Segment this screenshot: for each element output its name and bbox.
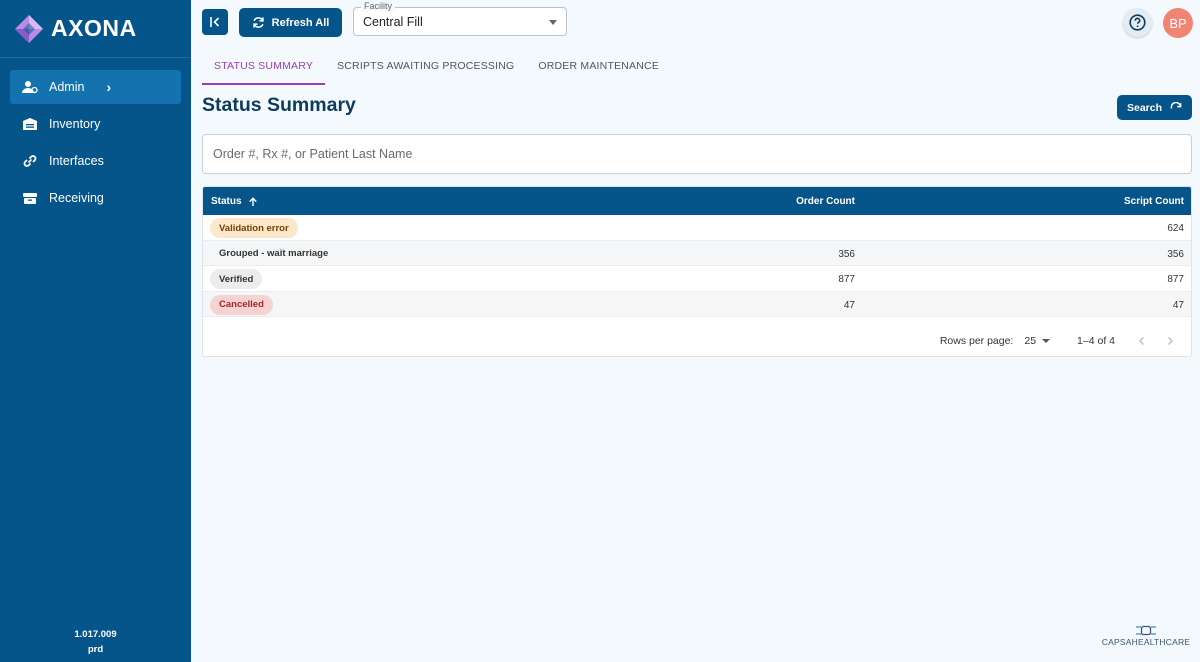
facility-value: Central Fill [363,15,423,29]
status-chip: Cancelled [210,294,273,315]
rows-per-page-value: 25 [1024,335,1037,347]
sidebar-item-label: Admin [49,80,85,94]
tab-order-maintenance[interactable]: ORDER MAINTENANCE [526,52,671,85]
facility-select[interactable]: Facility Central Fill [353,1,567,36]
script-count-cell: 356 [1167,248,1184,260]
tab-status-summary[interactable]: STATUS SUMMARY [202,52,326,85]
help-button[interactable] [1123,8,1152,37]
chevron-right-icon [1168,337,1173,345]
caret-down-icon [1042,339,1051,343]
order-count-cell: 47 [843,299,855,311]
status-chip: Grouped - wait marriage [219,248,329,259]
script-count-cell: 624 [1167,223,1184,234]
facility-label: Facility [361,1,396,11]
script-count-cell: 877 [1167,274,1184,285]
rows-per-page-select[interactable]: 25 [1024,335,1051,347]
search-input[interactable] [202,134,1192,174]
sidebar-item-label: Interfaces [49,154,104,168]
rows-per-page-label: Rows per page: [939,335,1014,347]
table-pagination: Rows per page: 25 1–4 of 4 [940,331,1191,351]
collapse-sidebar-button[interactable] [202,9,228,35]
sidebar-item-inventory[interactable]: Inventory [10,107,181,141]
table-row[interactable]: Cancelled 47 47 [203,291,1191,317]
brand[interactable]: AXONA [0,0,191,58]
table-row[interactable]: Validation error 624 [203,215,1191,241]
chevron-right-icon: › [106,79,112,95]
page-title: Status Summary [202,94,356,116]
column-header-status[interactable]: Status [211,196,258,207]
sidebar-item-admin[interactable]: Admin › [10,70,181,104]
sidebar-item-receiving[interactable]: Receiving [10,181,181,215]
previous-page-button[interactable] [1135,334,1149,348]
capsa-logo-icon [1136,625,1156,636]
box-icon [23,193,37,204]
environment-label: prd [87,644,104,655]
status-chip: Verified [210,269,263,289]
column-header-label: Status [211,196,242,207]
refresh-icon [252,17,264,28]
script-count-cell: 47 [1172,299,1184,311]
search-button-label: Search [1126,101,1163,114]
capsa-healthcare-logo: CAPSAHEALTHCARE [1100,625,1192,647]
sidebar-item-label: Inventory [49,117,101,131]
version-number: 1.017.009 [74,629,117,640]
admin-user-icon [22,81,38,94]
column-header-script-count[interactable]: Script Count [1124,196,1184,207]
chevron-left-icon [1139,337,1144,345]
next-page-button[interactable] [1163,334,1177,348]
table-header: Status Order Count Script Count [203,187,1191,215]
user-avatar[interactable]: BP [1163,8,1193,38]
sidebar-nav: Admin › Inventory Interfaces Receiving [0,70,191,215]
sort-ascending-icon [248,196,257,206]
refresh-icon [1170,101,1182,109]
refresh-all-label: Refresh All [271,16,330,29]
footer-logo-text: CAPSAHEALTHCARE [1101,637,1191,647]
column-header-order-count[interactable]: Order Count [796,196,855,207]
search-button[interactable]: Search [1117,95,1192,120]
tab-bar: STATUS SUMMARY SCRIPTS AWAITING PROCESSI… [202,52,671,85]
warehouse-icon [23,118,37,130]
sidebar-item-interfaces[interactable]: Interfaces [10,144,181,178]
app-version: 1.017.009 prd [0,627,191,657]
axona-logo-icon [15,14,43,43]
link-icon [23,155,37,167]
status-chip: Validation error [210,218,298,238]
sidebar: AXONA Admin › Inventory Interfaces Recei… [0,0,191,662]
table-row[interactable]: Grouped - wait marriage 356 356 [203,240,1191,266]
sidebar-item-label: Receiving [49,191,104,205]
caret-down-icon [549,20,557,25]
order-count-cell: 356 [838,248,855,260]
page-range: 1–4 of 4 [1077,335,1115,347]
status-table: Status Order Count Script Count Validati… [202,186,1192,357]
refresh-all-button[interactable]: Refresh All [239,8,342,37]
brand-name: AXONA [51,15,137,41]
tab-scripts-awaiting-processing[interactable]: SCRIPTS AWAITING PROCESSING [325,52,526,85]
collapse-left-icon [210,17,220,27]
order-count-cell: 877 [838,274,855,285]
help-icon [1129,14,1146,31]
table-row[interactable]: Verified 877 877 [203,266,1191,292]
